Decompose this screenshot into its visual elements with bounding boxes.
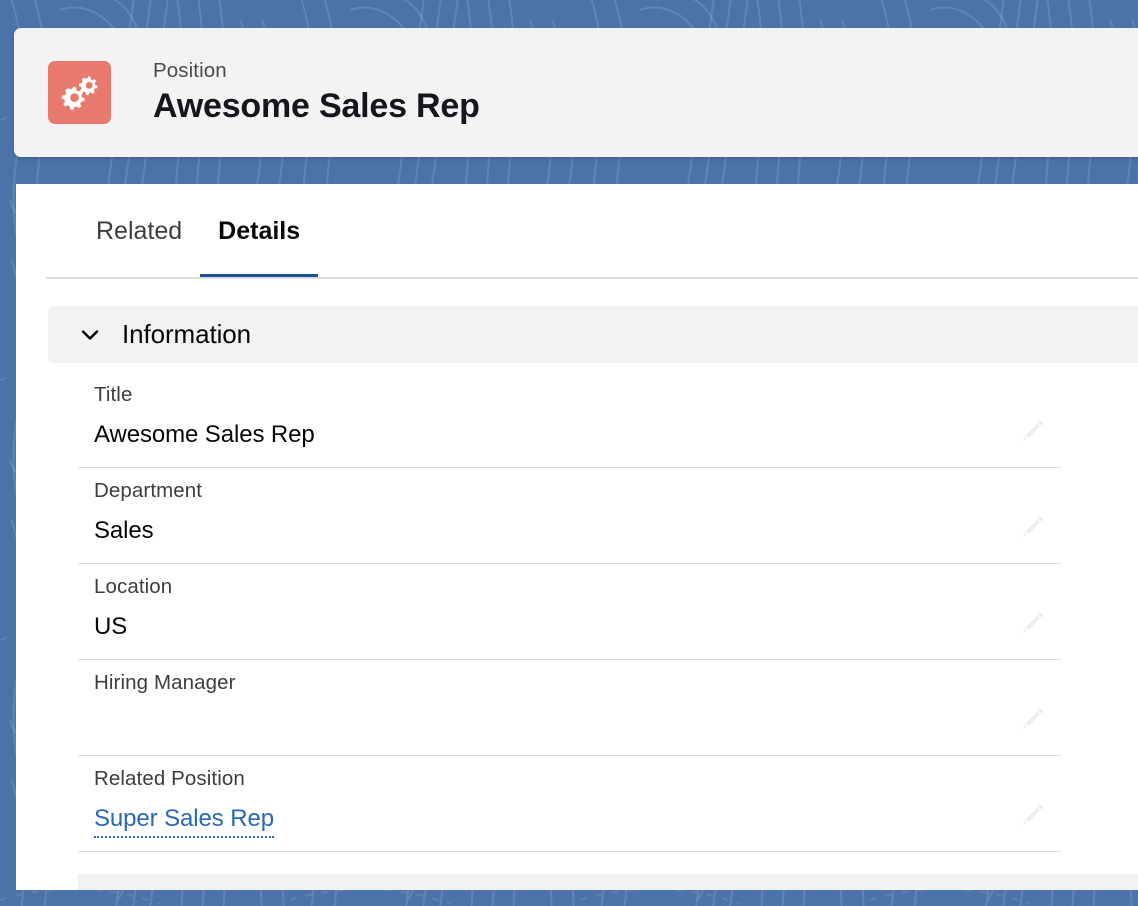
- pencil-icon-glyph: [1022, 516, 1044, 537]
- page-title: Awesome Sales Rep: [153, 86, 480, 125]
- field-label: Location: [94, 575, 173, 598]
- field-value-link[interactable]: Super Sales Rep: [94, 803, 274, 839]
- tab-related[interactable]: Related: [78, 184, 200, 279]
- record-header-card: Position Awesome Sales Rep: [14, 28, 1138, 157]
- field-list: Title Awesome Sales Rep Department Sales: [78, 363, 1138, 853]
- record-header-inner: Position Awesome Sales Rep: [14, 28, 1138, 157]
- pencil-icon[interactable]: [1013, 603, 1053, 643]
- tab-details[interactable]: Details: [200, 184, 319, 279]
- field-row: Related Position Super Sales Rep: [78, 756, 1061, 853]
- field-row: Location US: [78, 564, 1061, 660]
- field-label: Related Position: [94, 767, 245, 790]
- pencil-icon-glyph: [1022, 420, 1044, 441]
- record-type-label: Position: [153, 58, 227, 82]
- pencil-icon[interactable]: [1013, 507, 1053, 547]
- field-value: Sales: [94, 516, 154, 544]
- gears-icon: [48, 61, 111, 124]
- chevron-down-icon[interactable]: [78, 323, 102, 347]
- field-value: US: [94, 612, 128, 640]
- field-label: Department: [94, 479, 203, 502]
- section-header-information[interactable]: Information: [48, 306, 1138, 363]
- pencil-icon-glyph: [1022, 804, 1044, 826]
- pencil-icon-glyph: [1022, 708, 1044, 729]
- tab-bar-divider: [46, 277, 1138, 279]
- pencil-icon[interactable]: [1013, 795, 1053, 835]
- next-section-strip: [78, 874, 1138, 890]
- section-title: Information: [122, 319, 251, 349]
- pencil-icon-glyph: [1022, 612, 1044, 633]
- tab-bar: Related Details: [16, 184, 1138, 279]
- field-row: Title Awesome Sales Rep: [78, 372, 1061, 468]
- field-row: Hiring Manager: [78, 660, 1061, 756]
- field-value: [94, 707, 1061, 740]
- field-label: Hiring Manager: [94, 671, 236, 694]
- pencil-icon[interactable]: [1013, 699, 1053, 739]
- pencil-icon[interactable]: [1013, 411, 1053, 451]
- record-header-text: Position Awesome Sales Rep: [153, 58, 480, 127]
- field-label: Title: [94, 383, 133, 406]
- field-row: Department Sales: [78, 468, 1061, 564]
- field-value: Awesome Sales Rep: [94, 420, 315, 448]
- chevron-down-icon-glyph: [81, 329, 99, 340]
- gears-icon-glyph: [61, 75, 97, 110]
- record-detail-panel: Related Details Information Title Awesom…: [16, 184, 1138, 890]
